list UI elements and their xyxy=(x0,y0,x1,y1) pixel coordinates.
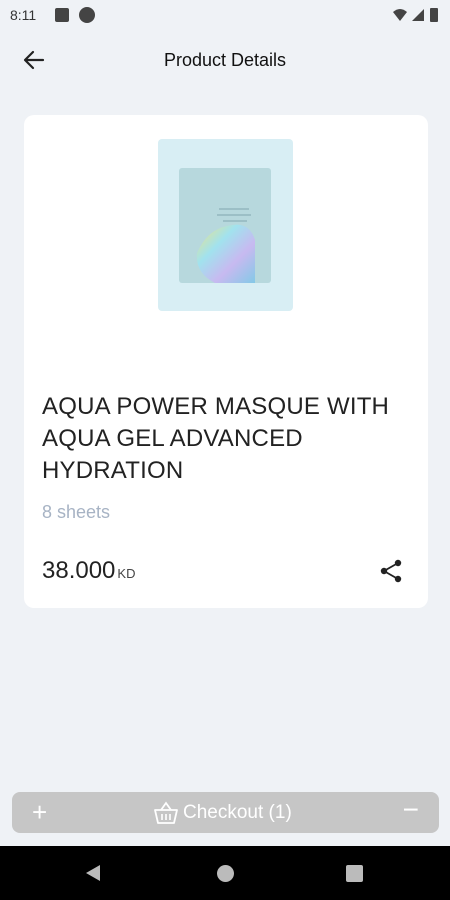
basket-icon xyxy=(154,801,178,824)
share-icon xyxy=(380,559,402,583)
product-name: AQUA POWER MASQUE WITH AQUA GEL ADVANCED… xyxy=(42,393,390,484)
product-package xyxy=(179,168,271,283)
header: Product Details xyxy=(0,30,450,90)
checkout-bar: + Checkout (1) − xyxy=(12,792,439,833)
product-price: 38.000 xyxy=(42,557,116,584)
wifi-icon xyxy=(393,9,407,21)
product-card: AQUA POWER MASQUE WITH AQUA GEL ADVANCED… xyxy=(24,115,428,608)
status-time: 8:11 xyxy=(10,7,37,23)
price-currency: KD xyxy=(117,566,136,581)
status-icons xyxy=(393,8,438,22)
decrease-quantity-button[interactable]: − xyxy=(403,795,419,825)
nav-home-icon[interactable] xyxy=(217,865,234,882)
holographic-shape xyxy=(196,208,255,283)
notification-app-icon xyxy=(79,7,95,23)
price-row: 38.000 KD xyxy=(42,557,135,585)
notification-square-icon xyxy=(55,8,69,22)
battery-icon xyxy=(430,8,438,22)
share-button[interactable] xyxy=(378,558,404,584)
product-quantity: 8 sheets xyxy=(42,502,111,522)
checkout-label: Checkout (1) xyxy=(183,802,292,823)
signal-icon xyxy=(412,9,424,21)
status-bar: 8:11 xyxy=(0,0,450,30)
increase-quantity-button[interactable]: + xyxy=(32,797,47,827)
page-title: Product Details xyxy=(163,50,287,70)
checkout-button[interactable]: Checkout (1) xyxy=(153,801,292,825)
nav-back-icon[interactable] xyxy=(84,864,102,882)
nav-recents-icon[interactable] xyxy=(346,865,363,882)
product-image[interactable] xyxy=(158,139,293,311)
system-nav-bar xyxy=(0,846,450,900)
